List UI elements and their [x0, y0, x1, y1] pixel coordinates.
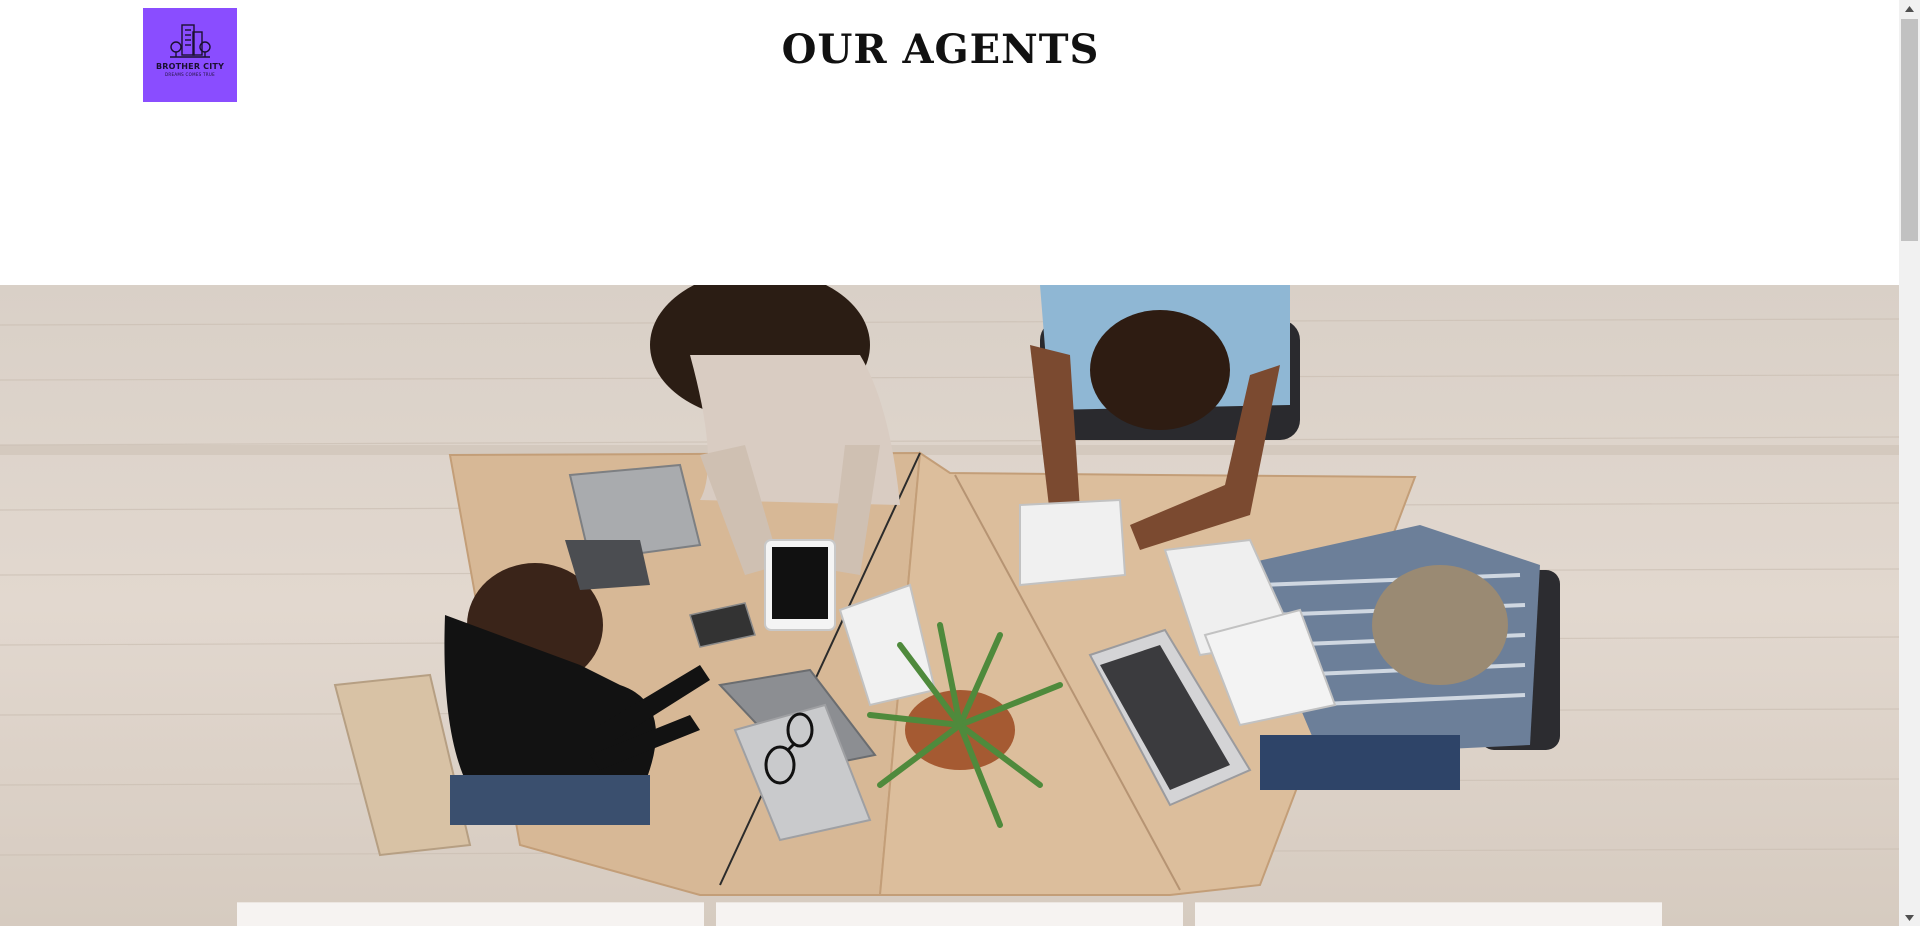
team-meeting-photo: [0, 285, 1899, 926]
agent-card[interactable]: [716, 902, 1183, 926]
agent-card[interactable]: [1195, 902, 1662, 926]
page-title: OUR AGENTS: [781, 26, 1100, 73]
page-content: BROTHER CITY DREAMS COMES TRUE OUR AGENT…: [0, 0, 1899, 926]
triangle-up-icon: [1905, 5, 1914, 12]
vertical-scrollbar[interactable]: [1899, 0, 1920, 926]
agent-card[interactable]: [237, 902, 704, 926]
scroll-up-button[interactable]: [1899, 0, 1920, 17]
scroll-down-button[interactable]: [1899, 909, 1920, 926]
site-header: BROTHER CITY DREAMS COMES TRUE OUR AGENT…: [0, 0, 1899, 285]
triangle-down-icon: [1905, 914, 1914, 921]
page: BROTHER CITY DREAMS COMES TRUE OUR AGENT…: [0, 0, 1920, 926]
scroll-thumb[interactable]: [1901, 19, 1918, 241]
hero-image: [0, 285, 1899, 926]
